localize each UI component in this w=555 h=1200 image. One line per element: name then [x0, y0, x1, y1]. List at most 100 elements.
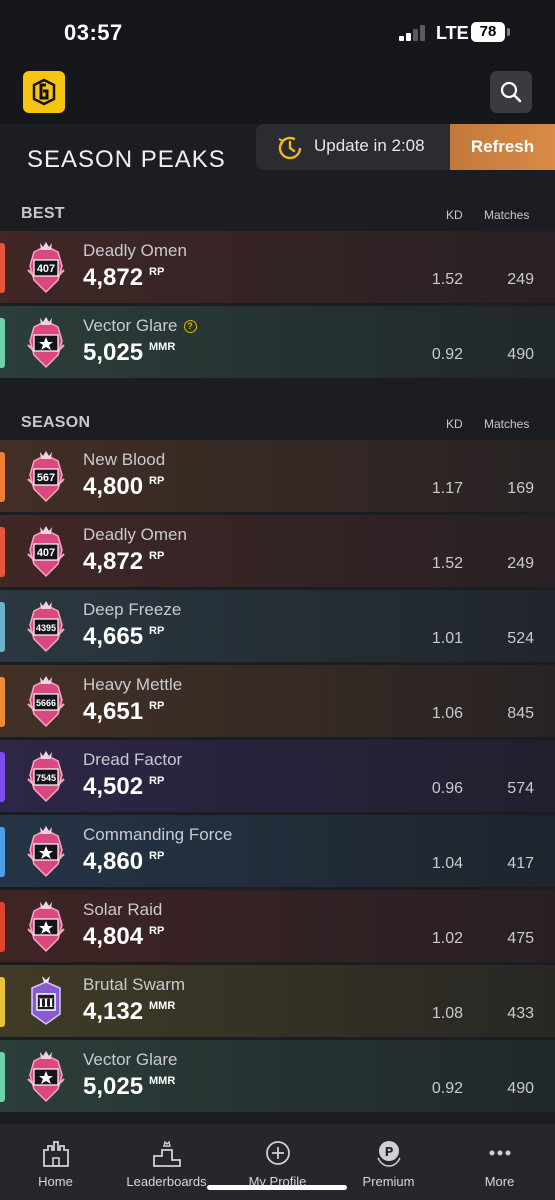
rank-badge-icon: 407: [24, 524, 68, 580]
help-icon[interactable]: ?: [183, 320, 197, 333]
kd-value: 1.01: [431, 630, 463, 647]
rank-row[interactable]: Commanding Force 4,860 RP 1.04 417: [0, 815, 555, 888]
nav-label: More: [484, 1174, 515, 1189]
kd-value: 1.08: [431, 1005, 463, 1022]
season-name: New Blood: [83, 450, 165, 470]
rank-unit: MMR: [149, 1075, 176, 1087]
rank-points: 4,651: [83, 698, 144, 725]
row-accent-bar: [0, 602, 5, 652]
search-button[interactable]: [490, 71, 532, 113]
matches-value: 433: [507, 1005, 534, 1022]
rank-row[interactable]: Vector Glare? 5,025 MMR 0.92 490: [0, 306, 555, 379]
nav-leaderboards[interactable]: Leaderboards: [111, 1124, 222, 1200]
badge-number: III: [38, 995, 53, 1010]
season-section-header: SEASON KD Matches: [0, 414, 555, 434]
section-label: BEST: [21, 205, 65, 222]
battery-tip: [507, 28, 510, 36]
season-name-text: New Blood: [83, 450, 166, 469]
matches-value: 524: [507, 630, 534, 647]
season-name-text: Brutal Swarm: [83, 975, 186, 994]
best-section-header: BEST KD Matches: [0, 205, 555, 225]
badge-number: 4395: [36, 623, 56, 633]
battery-icon: 78: [471, 22, 505, 42]
nav-premium[interactable]: P Premium: [333, 1124, 444, 1200]
row-accent-bar: [0, 243, 5, 293]
rank-unit: RP: [149, 550, 165, 562]
rank-points: 4,872: [83, 264, 144, 291]
rank-unit: RP: [149, 925, 165, 937]
row-accent-bar: [0, 677, 5, 727]
season-name: Deep Freeze: [83, 600, 181, 620]
season-name: Vector Glare?: [83, 316, 197, 336]
kd-value: 1.06: [431, 705, 463, 722]
season-name: Heavy Mettle: [83, 675, 182, 695]
season-name-text: Vector Glare: [83, 316, 178, 335]
update-countdown: Update in 2:08: [314, 136, 425, 155]
nav-label: Premium: [362, 1174, 415, 1189]
rank-points: 4,800: [83, 473, 144, 500]
matches-value: 417: [507, 855, 534, 872]
season-name-text: Solar Raid: [83, 900, 163, 919]
home-indicator: [207, 1185, 347, 1190]
kd-value: 1.52: [431, 271, 463, 288]
nav-label: Leaderboards: [126, 1174, 207, 1189]
column-header-matches: Matches: [484, 208, 530, 222]
season-name: Dread Factor: [83, 750, 182, 770]
rank-row[interactable]: 5666 Heavy Mettle 4,651 RP 1.06 845: [0, 665, 555, 738]
badge-number: 407: [37, 547, 55, 559]
podium-icon: [153, 1140, 181, 1167]
rank-row[interactable]: 7545 Dread Factor 4,502 RP 0.96 574: [0, 740, 555, 813]
rank-unit: MMR: [149, 1000, 176, 1012]
rank-unit: RP: [149, 266, 165, 278]
season-name-text: Heavy Mettle: [83, 675, 183, 694]
refresh-button[interactable]: Refresh: [450, 124, 555, 170]
nav-label: Home: [38, 1174, 73, 1189]
rank-badge-icon: 7545: [24, 749, 68, 805]
premium-badge-icon: P: [377, 1141, 401, 1167]
rank-row[interactable]: 407 Deadly Omen 4,872 RP 1.52 249: [0, 231, 555, 304]
rank-points: 5,025: [83, 339, 144, 366]
update-pill: Update in 2:08: [256, 124, 450, 170]
row-accent-bar: [0, 1052, 5, 1102]
rank-points: 4,872: [83, 548, 144, 575]
rank-row[interactable]: 407 Deadly Omen 4,872 RP 1.52 249: [0, 515, 555, 588]
plus-circle-icon: [266, 1141, 290, 1165]
season-name-text: Commanding Force: [83, 825, 233, 844]
rank-points: 4,665: [83, 623, 144, 650]
nav-more[interactable]: More: [444, 1124, 555, 1200]
rank-unit: RP: [149, 775, 165, 787]
kd-value: 1.04: [431, 855, 463, 872]
matches-value: 249: [507, 271, 534, 288]
badge-number: 567: [37, 472, 55, 484]
kd-value: 0.96: [431, 780, 463, 797]
rank-row[interactable]: Solar Raid 4,804 RP 1.02 475: [0, 890, 555, 963]
rank-points: 4,860: [83, 848, 144, 875]
matches-value: 249: [507, 555, 534, 572]
rank-unit: RP: [149, 475, 165, 487]
rank-badge-icon: [24, 824, 68, 880]
network-type: LTE: [436, 23, 469, 43]
badge-number: 407: [37, 263, 55, 275]
rank-badge-icon: III: [24, 974, 68, 1030]
siege-logo-icon[interactable]: [23, 71, 65, 113]
season-name-text: Vector Glare: [83, 1050, 178, 1069]
rank-row[interactable]: 567 New Blood 4,800 RP 1.17 169: [0, 440, 555, 513]
kd-value: 1.52: [431, 555, 463, 572]
row-accent-bar: [0, 452, 5, 502]
rank-row[interactable]: 4395 Deep Freeze 4,665 RP 1.01 524: [0, 590, 555, 663]
rank-points: 4,132: [83, 998, 144, 1025]
rank-row[interactable]: III Brutal Swarm 4,132 MMR 1.08 433: [0, 965, 555, 1038]
status-time: 03:57: [64, 20, 123, 45]
rank-badge-icon: [24, 1049, 68, 1105]
signal-icon: [399, 25, 429, 41]
row-accent-bar: [0, 752, 5, 802]
rank-badge-icon: 407: [24, 240, 68, 296]
matches-value: 475: [507, 930, 534, 947]
rank-row[interactable]: Vector Glare 5,025 MMR 0.92 490: [0, 1040, 555, 1113]
column-header-matches: Matches: [484, 417, 530, 431]
column-header-kd: KD: [446, 208, 463, 222]
matches-value: 574: [507, 780, 534, 797]
row-accent-bar: [0, 318, 5, 368]
nav-home[interactable]: Home: [0, 1124, 111, 1200]
kd-value: 1.17: [431, 480, 463, 497]
